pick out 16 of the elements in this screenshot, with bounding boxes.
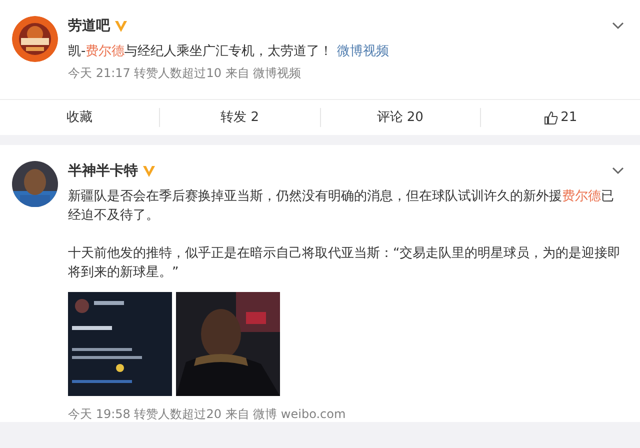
action-button[interactable]: 收藏	[0, 100, 160, 135]
avatar[interactable]	[12, 16, 58, 62]
post-meta: 今天 19:58 转赞人数超过20 来自 微博 weibo.com	[68, 406, 347, 422]
thumbs-up-icon	[544, 110, 558, 124]
action-button[interactable]: 21	[480, 100, 640, 135]
author-name[interactable]: 半神半卡特	[68, 161, 138, 181]
post-meta: 今天 21:17 转赞人数超过10 来自 微博视频	[68, 65, 302, 81]
action-button[interactable]: 评论 20	[320, 100, 480, 135]
post-text: 新疆队是否会在季后赛换掉亚当斯，仍然没有明确的消息，但在球队试训许久的新外援费尔德已经迫不及待了。	[68, 188, 615, 225]
chevron-down-icon[interactable]	[612, 22, 624, 30]
chevron-down-icon[interactable]	[612, 167, 624, 175]
post-text: 十天前他发的推特，似乎正是在暗示自己将取代亚当斯：“交易走队里的明星球员，为的是迎接即将到来的新球星。”	[68, 245, 622, 282]
action-button[interactable]: 转发 2	[160, 100, 320, 135]
post-text: 凯-费尔德与经纪人乘坐广汇专机，太劳道了！ 微博视频	[68, 43, 390, 61]
author-name[interactable]: 劳道吧	[68, 16, 110, 36]
video-link[interactable]: 微博视频	[336, 44, 389, 59]
